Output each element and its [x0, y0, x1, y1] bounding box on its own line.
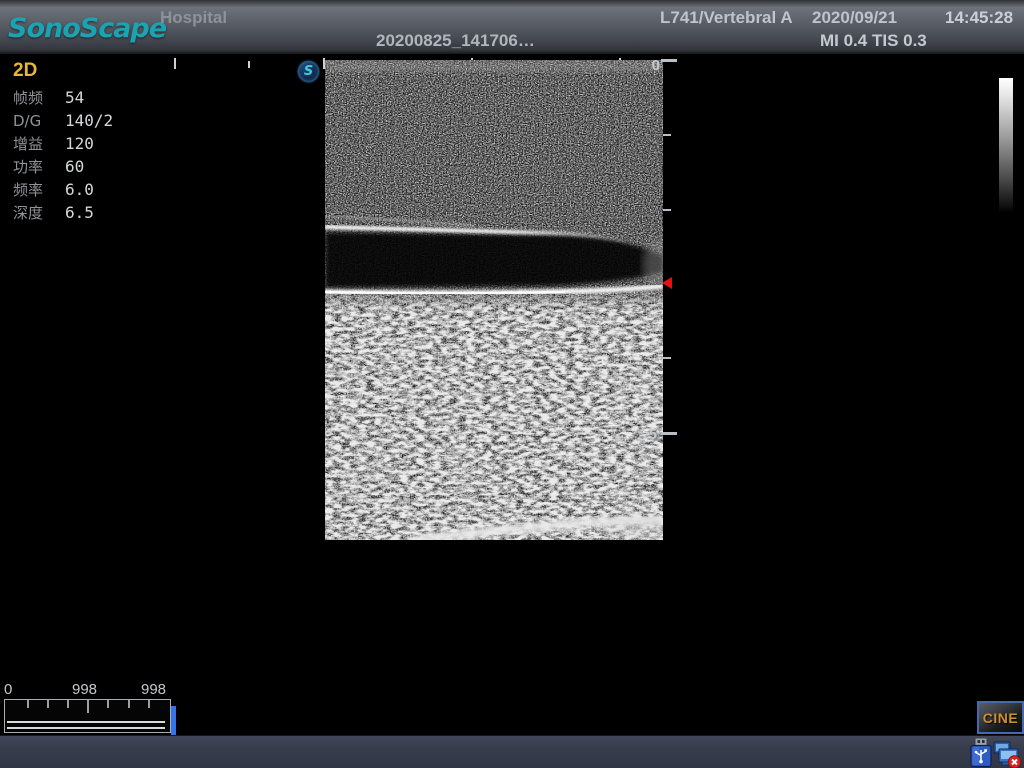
depth-scale-top: 0	[642, 57, 660, 74]
cine-tick	[47, 700, 49, 708]
cine-progress-bar[interactable]	[4, 699, 171, 733]
cine-total-frames: 998	[141, 681, 166, 698]
depth-tick	[663, 209, 671, 211]
param-value: 120	[65, 134, 94, 153]
param-row-framerate: 帧频 54	[13, 86, 113, 109]
depth-tick	[661, 59, 677, 62]
probe-orientation-icon: S	[298, 61, 319, 82]
param-row-power: 功率 60	[13, 155, 113, 178]
network-disconnected-icon[interactable]	[992, 741, 1022, 768]
top-status-bar: SonoScape Hospital 20200825_141706… L741…	[0, 0, 1024, 55]
param-value: 54	[65, 88, 84, 107]
exam-date: 2020/09/21	[812, 8, 897, 28]
cine-current-frame: 998	[72, 681, 97, 698]
acoustic-indices: MI 0.4 TIS 0.3	[820, 31, 927, 51]
taskbar	[0, 735, 1024, 768]
param-label: 帧频	[13, 87, 65, 108]
hospital-name: Hospital	[160, 8, 227, 28]
usb-device-icon[interactable]	[970, 738, 992, 768]
cine-tick	[67, 700, 69, 708]
param-label: 深度	[13, 202, 65, 223]
ruler-tick	[174, 58, 176, 69]
cine-tick	[27, 700, 29, 708]
param-label: 频率	[13, 179, 65, 200]
param-value: 140/2	[65, 111, 113, 130]
clock: 14:45:28	[945, 8, 1013, 28]
param-row-frequency: 频率 6.0	[13, 178, 113, 201]
cine-start-frame: 0	[4, 681, 12, 698]
grayscale-bar	[999, 78, 1013, 212]
brand-logo: SonoScape	[8, 13, 166, 44]
cine-loop-range	[7, 721, 165, 729]
mode-indicator: 2D	[13, 60, 37, 82]
ultrasound-workstation: SonoScape Hospital 20200825_141706… L741…	[0, 0, 1024, 768]
param-label: 增益	[13, 133, 65, 154]
imaging-parameters: 帧频 54 D/G 140/2 增益 120 功率 60 频率 6.0 深度 6…	[13, 86, 113, 224]
focus-position-marker	[662, 277, 672, 289]
ruler-tick	[248, 61, 250, 68]
param-value: 6.0	[65, 180, 94, 199]
depth-tick	[663, 357, 671, 359]
depth-tick	[661, 432, 677, 435]
exam-id: 20200825_141706…	[376, 31, 535, 51]
param-value: 6.5	[65, 203, 94, 222]
cine-position-marker[interactable]	[171, 706, 176, 735]
param-label: D/G	[13, 112, 65, 130]
cine-tick	[148, 700, 150, 708]
cine-tick	[87, 700, 89, 713]
param-row-gain: 增益 120	[13, 132, 113, 155]
cine-tick	[128, 700, 130, 708]
cine-tick	[107, 700, 109, 708]
param-row-depth: 深度 6.5	[13, 201, 113, 224]
cine-button[interactable]: CINE	[977, 701, 1024, 734]
depth-tick	[663, 134, 671, 136]
param-row-dg: D/G 140/2	[13, 109, 113, 132]
depth-scale-bottom: 5	[639, 426, 657, 443]
param-value: 60	[65, 157, 84, 176]
param-label: 功率	[13, 156, 65, 177]
ultrasound-image	[325, 60, 663, 540]
probe-preset: L741/Vertebral A	[660, 8, 793, 28]
